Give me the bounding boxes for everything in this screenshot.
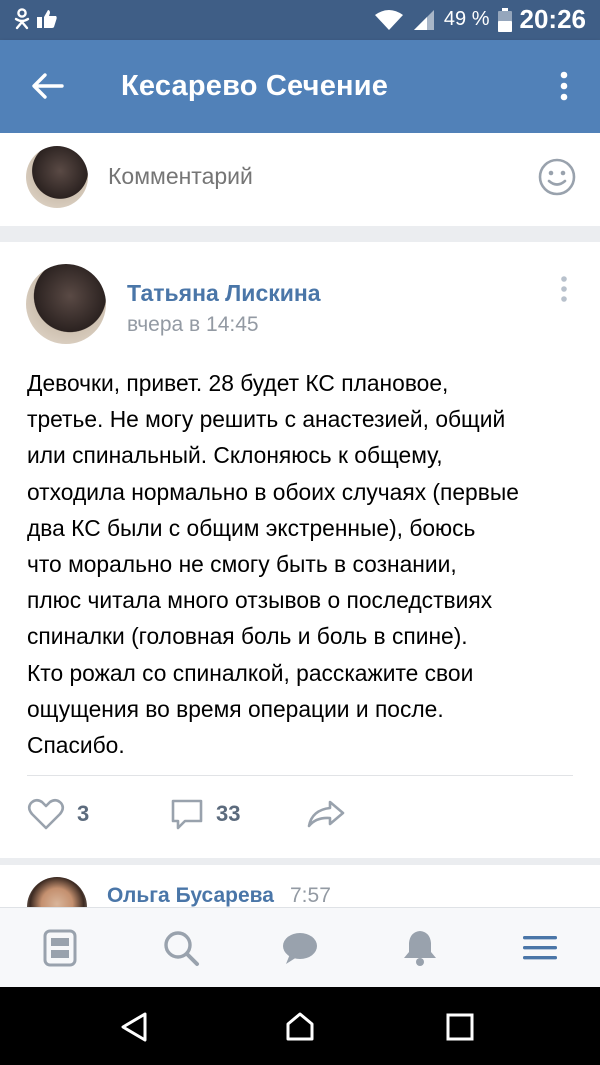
comment-input[interactable]: [108, 163, 508, 190]
like-button[interactable]: 3: [27, 797, 89, 831]
like-count: 3: [77, 801, 90, 826]
status-bar: 49 % 20:26: [0, 0, 600, 40]
comment-button[interactable]: 33: [170, 797, 240, 831]
comment-count: 33: [216, 801, 241, 826]
clock: 20:26: [519, 4, 587, 34]
post-actions: 3 33: [0, 797, 600, 847]
battery-icon: [497, 7, 512, 32]
back-arrow-icon[interactable]: [30, 68, 66, 104]
menu-icon[interactable]: [520, 928, 560, 968]
reply-preview[interactable]: Ольга Бусарева 7:57: [0, 865, 600, 907]
reply-author-avatar: [27, 877, 87, 907]
status-notification-icons: [14, 8, 58, 30]
page-title: Кесарево Сечение: [121, 70, 389, 102]
comment-icon: [171, 799, 203, 830]
post-card: Татьяна Лискина вчера в 14:45 Девочки, п…: [0, 242, 600, 858]
battery-percent: 49 %: [443, 8, 490, 30]
post-more-icon[interactable]: [556, 274, 572, 304]
reply-time: 7:57: [290, 884, 331, 907]
share-button[interactable]: [306, 797, 346, 831]
wifi-icon: [374, 9, 403, 30]
emoji-icon[interactable]: [537, 157, 577, 197]
post-author-avatar[interactable]: [26, 264, 106, 344]
post-text: Девочки, привет. 28 будет КС плановое, т…: [27, 370, 519, 759]
messages-icon[interactable]: [280, 928, 320, 968]
divider: [27, 775, 573, 776]
share-icon: [307, 800, 345, 828]
recents-square-icon[interactable]: [444, 1011, 476, 1043]
comment-bar: [0, 133, 600, 226]
thumb-up-icon: [37, 10, 57, 28]
odnoklassniki-icon: [14, 8, 30, 30]
more-options-icon[interactable]: [550, 68, 578, 104]
home-icon[interactable]: [284, 1011, 316, 1043]
app-bar: Кесарево Сечение: [0, 40, 600, 133]
news-icon[interactable]: [40, 928, 80, 968]
my-avatar: [26, 146, 88, 208]
post-author-name[interactable]: Татьяна Лискина: [127, 280, 321, 307]
bottom-tab-bar: [0, 907, 600, 988]
notifications-icon[interactable]: [400, 928, 440, 968]
post-time: вчера в 14:45: [127, 313, 259, 336]
system-nav-bar: [0, 987, 600, 1065]
signal-icon: [413, 9, 434, 30]
reply-author-name[interactable]: Ольга Бусарева: [107, 884, 274, 907]
status-system-icons: 49 % 20:26: [374, 4, 586, 35]
back-triangle-icon[interactable]: [118, 1011, 150, 1043]
heart-icon: [27, 798, 65, 830]
search-icon[interactable]: [161, 928, 201, 968]
